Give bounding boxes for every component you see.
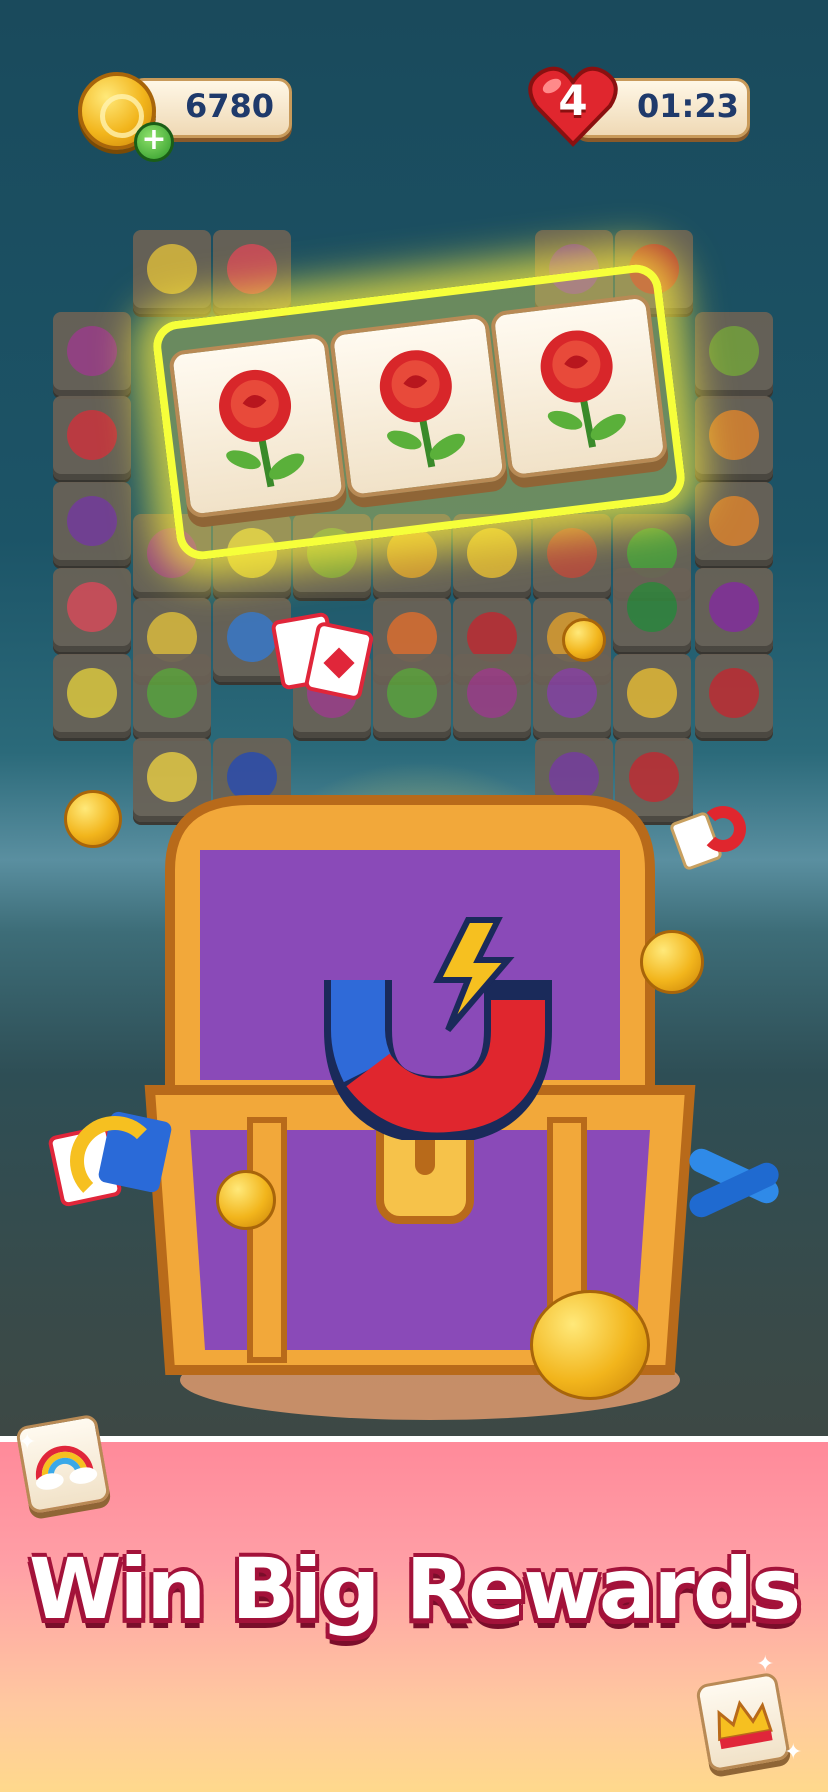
tile-apple[interactable]	[613, 654, 691, 738]
coin-icon	[530, 1290, 650, 1400]
rose-icon	[379, 350, 466, 468]
tile-plum[interactable]	[453, 654, 531, 738]
tile-berries[interactable]	[695, 654, 773, 738]
coin-icon	[562, 618, 606, 662]
banner-title: Win Big Rewards	[28, 1540, 801, 1638]
lives-count: 4	[558, 76, 588, 125]
rose-icon	[540, 330, 626, 448]
matched-tile-rose	[167, 332, 348, 519]
coin-count: 6780	[185, 87, 275, 125]
rainbow-tile	[14, 1413, 112, 1515]
matched-tile-rose	[489, 293, 669, 480]
tile-plum[interactable]	[695, 568, 773, 652]
shuffle-booster-icon[interactable]	[268, 606, 378, 702]
tile-feather[interactable]	[533, 514, 611, 598]
sparkle-icon: ✦	[784, 1740, 803, 1765]
tile-mango[interactable]	[695, 396, 773, 480]
tile-lemon[interactable]	[53, 654, 131, 738]
tile-strawberry[interactable]	[53, 396, 131, 480]
tile-leaf[interactable]	[133, 654, 211, 738]
tile-pepper[interactable]	[613, 568, 691, 652]
tile-mango[interactable]	[695, 482, 773, 566]
magnet-booster-icon[interactable]	[318, 900, 558, 1140]
lives-indicator[interactable]: 4	[528, 64, 618, 148]
tile-avocado[interactable]	[695, 312, 773, 396]
coin-icon	[64, 790, 122, 848]
game-scene: 6780 + 01:23 4 Win Big Rewards ✦ ✦ ✦	[0, 0, 828, 1792]
refresh-booster-icon[interactable]	[44, 1096, 174, 1226]
coin-icon	[640, 930, 704, 994]
crown-icon	[717, 1699, 773, 1750]
swap-booster-icon[interactable]	[676, 1134, 788, 1234]
tile-leaf[interactable]	[373, 654, 451, 738]
rose-icon	[219, 369, 305, 488]
add-coins-button[interactable]: +	[134, 122, 174, 162]
crown-tile	[694, 1671, 792, 1773]
tile-raspberry[interactable]	[53, 312, 131, 396]
tile-grape[interactable]	[533, 654, 611, 738]
sparkle-icon: ✦	[756, 1652, 775, 1677]
tile-pear[interactable]	[133, 230, 211, 314]
matched-tile-rose	[328, 312, 508, 500]
timer-text: 01:23	[637, 87, 739, 125]
tile-peach[interactable]	[53, 568, 131, 652]
sparkle-icon: ✦	[18, 1430, 37, 1455]
undo-booster-icon[interactable]	[666, 800, 756, 880]
tile-grapes[interactable]	[53, 482, 131, 566]
tile-peach[interactable]	[213, 230, 291, 314]
coin-icon	[216, 1170, 276, 1230]
